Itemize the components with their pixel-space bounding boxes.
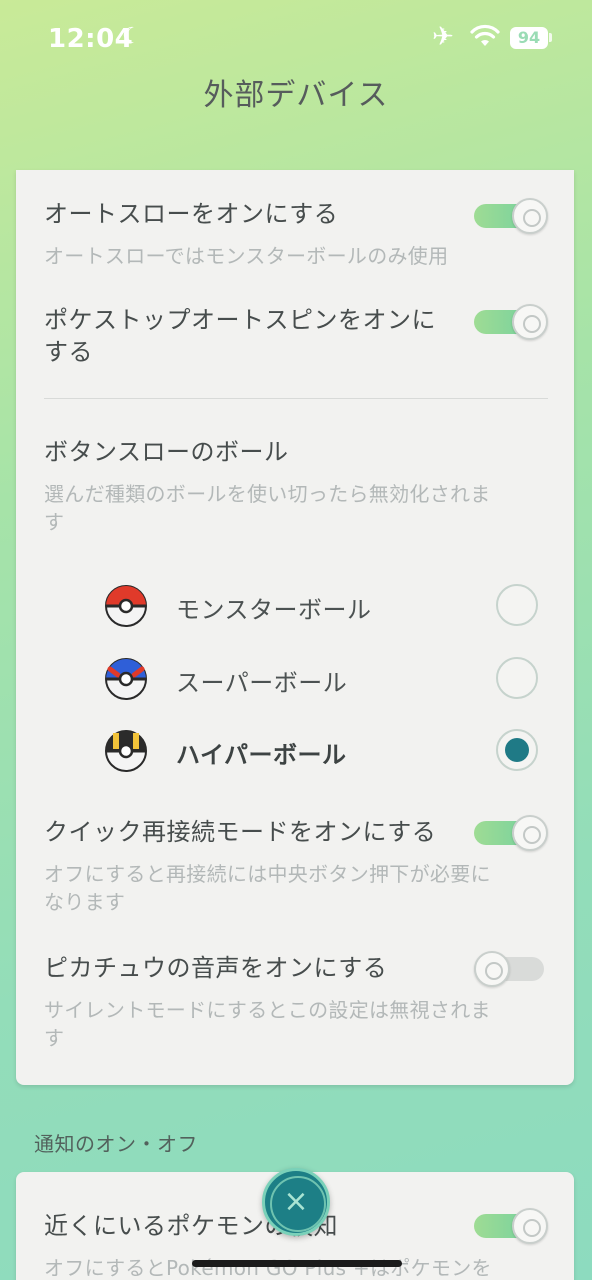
radio-ultra-ball[interactable] xyxy=(496,729,538,771)
auto-throw-title: オートスローをオンにする xyxy=(44,200,339,228)
close-button[interactable]: × xyxy=(262,1168,330,1236)
ball-label-poke: モンスターボール xyxy=(176,596,372,624)
ball-select-title: ボタンスローのボール xyxy=(44,438,289,466)
auto-throw-desc: オートスローではモンスターボールのみ使用 xyxy=(44,244,449,268)
poke-ball-icon xyxy=(105,585,147,627)
home-indicator[interactable] xyxy=(192,1260,402,1267)
auto-spin-title-line1: ポケストップオートスピンをオンに xyxy=(44,306,436,334)
quick-reconnect-desc-line2: なります xyxy=(44,890,126,914)
notifications-section-label: 通知のオン・オフ xyxy=(34,1132,198,1156)
page-title: 外部デバイス xyxy=(203,78,389,113)
pikachu-voice-desc-line2: す xyxy=(44,1026,65,1050)
ball-select-desc-line2: す xyxy=(44,510,65,534)
moon-icon: ☾ xyxy=(122,24,142,49)
ball-label-ultra: ハイパーボール xyxy=(176,741,347,769)
quick-reconnect-toggle[interactable] xyxy=(474,815,548,851)
great-ball-icon xyxy=(105,658,147,700)
quick-reconnect-desc-line1: オフにすると再接続には中央ボタン押下が必要に xyxy=(44,862,491,886)
airplane-icon: ✈ xyxy=(432,22,454,52)
quick-reconnect-title: クイック再接続モードをオンにする xyxy=(44,818,437,846)
ultra-ball-icon xyxy=(105,730,147,772)
pikachu-voice-desc-line1: サイレントモードにするとこの設定は無視されま xyxy=(44,998,491,1022)
nearby-pokemon-desc: オフにするとPokémon GO Plus +はポケモンを xyxy=(44,1256,492,1280)
radio-great-ball[interactable] xyxy=(496,657,538,699)
radio-poke-ball[interactable] xyxy=(496,584,538,626)
auto-spin-toggle[interactable] xyxy=(474,304,548,340)
external-device-settings-card: オートスローをオンにする オートスローではモンスターボールのみ使用 ポケストップ… xyxy=(16,170,574,1085)
ball-label-great: スーパーボール xyxy=(176,669,348,697)
status-time: 12:04 xyxy=(48,24,134,54)
auto-spin-title-line2: する xyxy=(44,338,93,366)
auto-throw-toggle[interactable] xyxy=(474,198,548,234)
close-icon: × xyxy=(283,1184,309,1219)
nearby-pokemon-toggle[interactable] xyxy=(474,1208,548,1244)
pikachu-voice-title: ピカチュウの音声をオンにする xyxy=(44,954,388,982)
battery-tip xyxy=(549,33,552,42)
battery-icon: 94 xyxy=(510,27,548,49)
wifi-icon xyxy=(470,24,500,46)
status-bar: 12:04 ☾ ✈ 94 xyxy=(0,0,592,80)
pikachu-voice-toggle[interactable] xyxy=(474,951,548,987)
divider xyxy=(44,398,548,399)
ball-select-desc-line1: 選んだ種類のボールを使い切ったら無効化されま xyxy=(44,482,491,506)
